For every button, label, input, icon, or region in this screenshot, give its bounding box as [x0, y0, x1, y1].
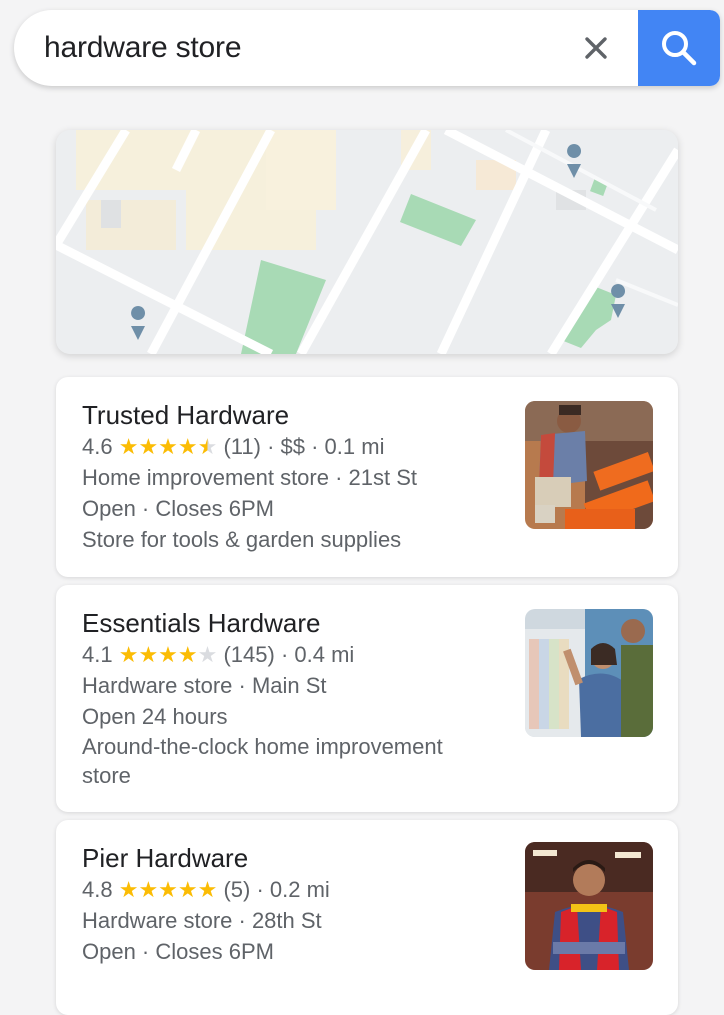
- store-photo-paint: [525, 609, 653, 737]
- result-card-essentials-hardware[interactable]: Essentials Hardware 4.1 ★★★★★ (145) · 0.…: [56, 585, 678, 812]
- description: Store for tools & garden supplies: [82, 527, 402, 552]
- map-graphic: [56, 130, 678, 354]
- category-line: Home improvement store · 21st St: [82, 465, 418, 490]
- review-count: (145): [223, 642, 275, 667]
- star-rating-icons: ★★★★★: [118, 434, 218, 459]
- result-name[interactable]: Pier Hardware: [82, 842, 502, 874]
- result-name[interactable]: Essentials Hardware: [82, 607, 502, 639]
- map-preview[interactable]: [56, 130, 678, 354]
- meta-text: · 0.2 mi: [250, 877, 330, 902]
- rating-line: 4.1 ★★★★★ (145) · 0.4 mi: [82, 639, 502, 670]
- rating-value: 4.8: [82, 877, 113, 902]
- category-line: Hardware store · Main St: [82, 673, 327, 698]
- review-count: (5): [223, 877, 251, 902]
- result-card-pier-hardware[interactable]: Pier Hardware 4.8 ★★★★★ (5) · 0.2 mi Har…: [56, 820, 678, 1015]
- hours-line: Open 24 hours: [82, 704, 228, 729]
- category-line: Hardware store · 28th St: [82, 908, 322, 933]
- search-bar: [14, 10, 720, 86]
- rating-value: 4.6: [82, 434, 113, 459]
- search-icon: [662, 31, 697, 66]
- result-photo[interactable]: [525, 842, 653, 970]
- result-photo[interactable]: [525, 609, 653, 737]
- description: Around-the-clock home improvement store: [82, 734, 443, 788]
- result-photo[interactable]: [525, 401, 653, 529]
- hours-line: Open · Closes 6PM: [82, 496, 274, 521]
- rating-line: 4.8 ★★★★★ (5) · 0.2 mi: [82, 874, 502, 905]
- star-rating-icons: ★★★★★: [118, 877, 218, 902]
- clear-button[interactable]: [576, 28, 616, 68]
- star-rating-icons: ★★★★★: [118, 642, 218, 667]
- review-count: (11): [223, 434, 261, 459]
- store-photo-tools: [525, 401, 653, 529]
- rating-line: 4.6 ★★★★★ (11) · $$ · 0.1 mi: [82, 431, 502, 462]
- hours-line: Open · Closes 6PM: [82, 939, 274, 964]
- search-input[interactable]: [44, 30, 564, 66]
- close-icon: [585, 37, 607, 59]
- store-photo-worker: [525, 842, 653, 970]
- meta-text: · $$ · 0.1 mi: [260, 434, 385, 459]
- rating-value: 4.1: [82, 642, 113, 667]
- result-name[interactable]: Trusted Hardware: [82, 399, 502, 431]
- search-button[interactable]: [638, 10, 720, 86]
- result-card-trusted-hardware[interactable]: Trusted Hardware 4.6 ★★★★★ (11) · $$ · 0…: [56, 377, 678, 577]
- meta-text: · 0.4 mi: [274, 642, 355, 667]
